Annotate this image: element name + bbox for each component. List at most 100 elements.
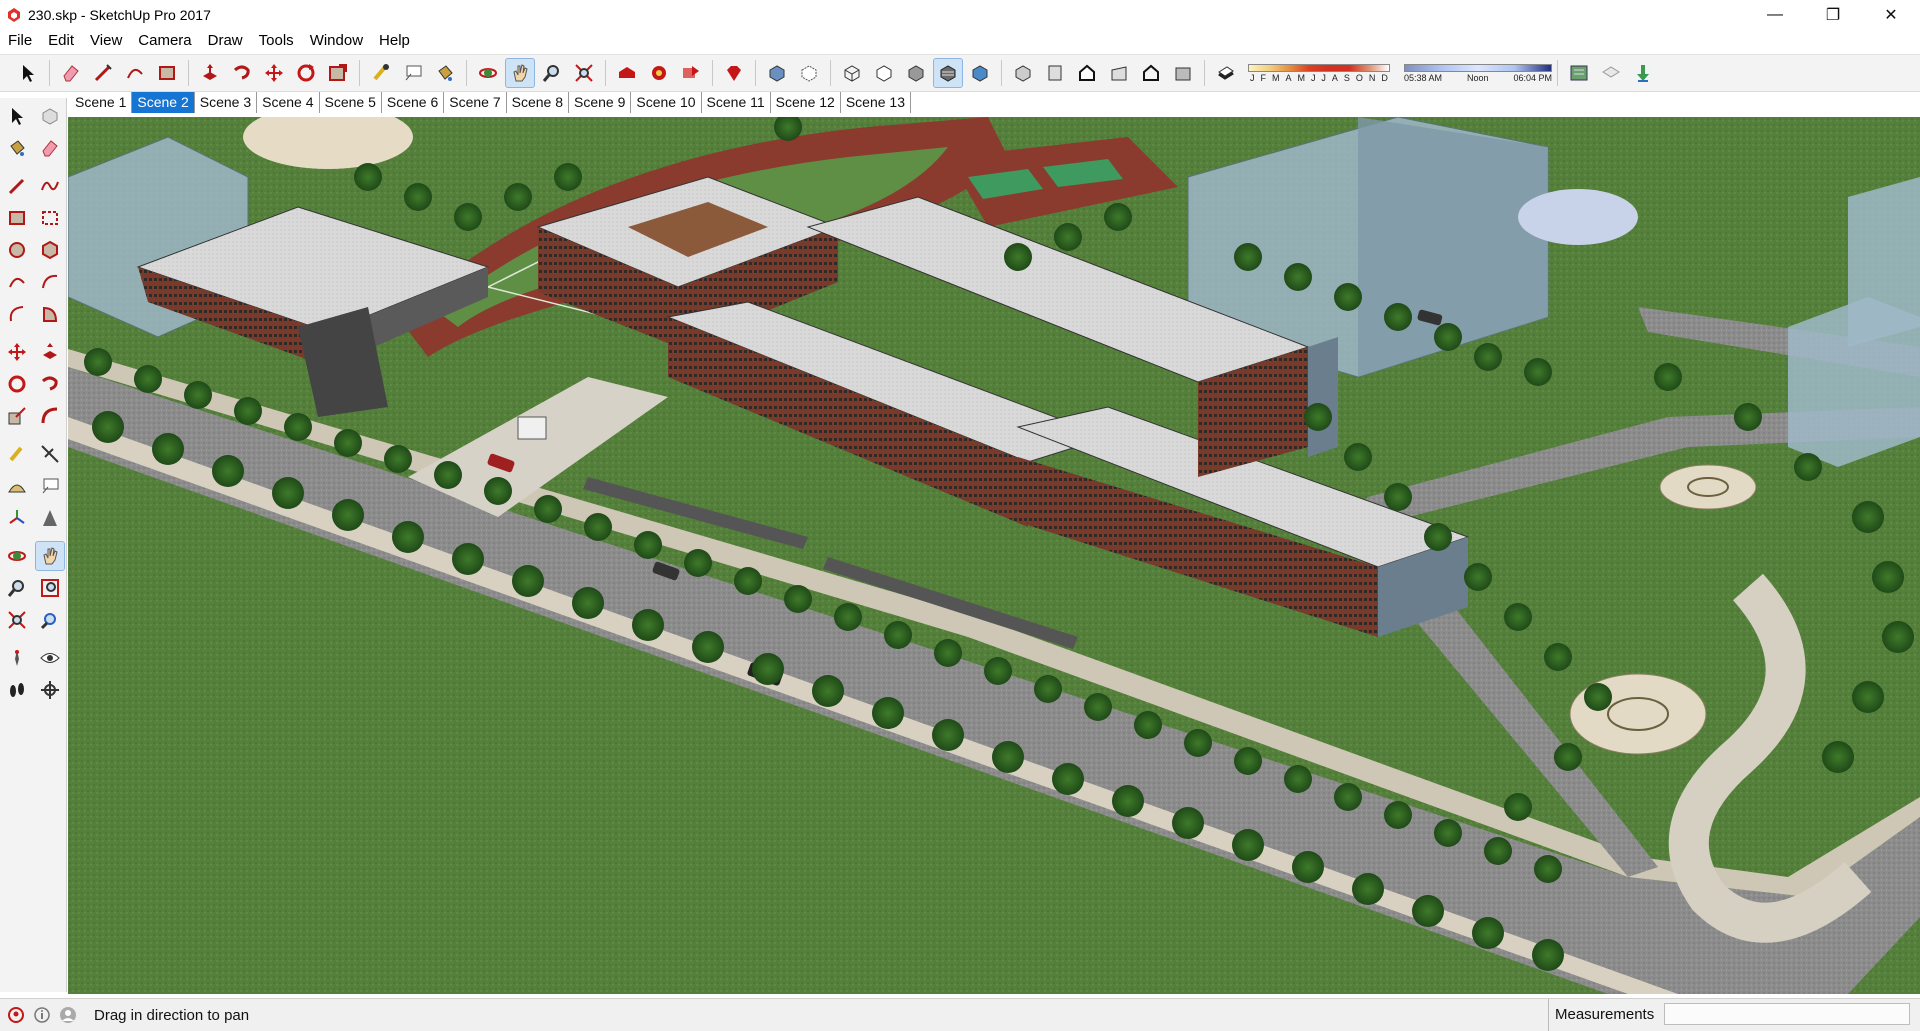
push-pull-tool-button[interactable] (196, 59, 224, 87)
freehand-tool-button[interactable] (36, 172, 64, 200)
tab-scene-9[interactable]: Scene 9 (569, 92, 632, 113)
follow-me-tool-button[interactable] (228, 59, 256, 87)
menu-window[interactable]: Window (302, 30, 371, 52)
paint-bucket-tool-button[interactable] (3, 134, 31, 162)
credits-status-button[interactable] (32, 1005, 52, 1025)
line-tool-button[interactable] (89, 59, 117, 87)
shaded-button[interactable] (902, 59, 930, 87)
text-tool-button[interactable] (36, 472, 64, 500)
rectangle-tool-button[interactable] (153, 59, 181, 87)
orbit-tool-button[interactable] (3, 542, 31, 570)
line-tool-button[interactable] (3, 172, 31, 200)
dimension-tool-button[interactable] (36, 440, 64, 468)
offset-tool-button[interactable] (36, 402, 64, 430)
section-plane-tool-button[interactable] (36, 676, 64, 704)
menu-draw[interactable]: Draw (200, 30, 251, 52)
menu-tools[interactable]: Tools (251, 30, 302, 52)
share-model-button[interactable] (677, 59, 705, 87)
move-tool-button[interactable] (260, 59, 288, 87)
top-view-button[interactable] (1041, 59, 1069, 87)
menu-help[interactable]: Help (371, 30, 418, 52)
geo-location-status-button[interactable] (6, 1005, 26, 1025)
monochrome-button[interactable] (966, 59, 994, 87)
front-view-button[interactable] (1073, 59, 1101, 87)
minimize-button[interactable]: — (1746, 0, 1804, 30)
3d-text-tool-button[interactable] (36, 504, 64, 532)
back-view-button[interactable] (1137, 59, 1165, 87)
tab-scene-2[interactable]: Scene 2 (132, 92, 195, 113)
make-component-button[interactable] (36, 102, 64, 130)
geo-location-button[interactable] (1565, 59, 1593, 87)
wireframe-button[interactable] (838, 59, 866, 87)
pie-tool-button[interactable] (36, 300, 64, 328)
warehouse-button[interactable] (613, 59, 641, 87)
measurements-input[interactable] (1664, 1003, 1910, 1025)
right-view-button[interactable] (1105, 59, 1133, 87)
zoom-extents-tool-button[interactable] (570, 59, 598, 87)
pan-tool-button[interactable] (505, 58, 535, 88)
tape-measure-tool-button[interactable] (3, 440, 31, 468)
eraser-tool-button[interactable] (57, 59, 85, 87)
sandbox-button[interactable] (1629, 59, 1657, 87)
arc-tool-button[interactable] (121, 59, 149, 87)
account-status-button[interactable] (58, 1005, 78, 1025)
xray-button[interactable] (763, 59, 791, 87)
rotated-rectangle-tool-button[interactable] (36, 204, 64, 232)
offset-tool-button[interactable] (324, 59, 352, 87)
rectangle-tool-button[interactable] (3, 204, 31, 232)
arc-tool-button[interactable] (3, 268, 31, 296)
previous-view-button[interactable] (36, 606, 64, 634)
zoom-extents-tool-button[interactable] (3, 606, 31, 634)
pan-tool-button[interactable] (34, 541, 65, 571)
iso-view-button[interactable] (1009, 59, 1037, 87)
push-pull-tool-button[interactable] (36, 338, 64, 366)
tab-scene-4[interactable]: Scene 4 (257, 92, 320, 113)
tab-scene-6[interactable]: Scene 6 (382, 92, 445, 113)
month-slider-track[interactable] (1248, 63, 1390, 72)
shadow-month-slider[interactable]: J F M A M J J A S O N D (1248, 63, 1390, 83)
maximize-button[interactable]: ❐ (1804, 0, 1862, 30)
rotate-tool-button[interactable] (3, 370, 31, 398)
menu-view[interactable]: View (82, 30, 130, 52)
rotate-tool-button[interactable] (292, 59, 320, 87)
walk-tool-button[interactable] (3, 676, 31, 704)
tape-measure-tool-button[interactable] (367, 59, 395, 87)
close-button[interactable]: ✕ (1862, 0, 1920, 30)
circle-tool-button[interactable] (3, 236, 31, 264)
tab-scene-3[interactable]: Scene 3 (195, 92, 258, 113)
tab-scene-1[interactable]: Scene 1 (70, 92, 133, 113)
model-viewport[interactable] (68, 117, 1920, 994)
protractor-tool-button[interactable] (3, 472, 31, 500)
follow-me-tool-button[interactable] (36, 370, 64, 398)
zoom-window-tool-button[interactable] (36, 574, 64, 602)
tab-scene-8[interactable]: Scene 8 (507, 92, 569, 113)
time-slider-track[interactable] (1404, 63, 1552, 72)
three-point-arc-tool-button[interactable] (3, 300, 31, 328)
select-tool-button[interactable] (3, 102, 31, 130)
polygon-tool-button[interactable] (36, 236, 64, 264)
text-tool-button[interactable] (399, 59, 427, 87)
menu-edit[interactable]: Edit (40, 30, 82, 52)
paint-bucket-tool-button[interactable] (431, 59, 459, 87)
tab-scene-13[interactable]: Scene 13 (841, 92, 912, 113)
fog-button[interactable] (1597, 59, 1625, 87)
zoom-tool-button[interactable] (3, 574, 31, 602)
left-view-button[interactable] (1169, 59, 1197, 87)
tab-scene-5[interactable]: Scene 5 (320, 92, 382, 113)
zoom-tool-button[interactable] (538, 59, 566, 87)
select-tool-button[interactable] (14, 59, 42, 87)
tab-scene-10[interactable]: Scene 10 (631, 92, 702, 113)
shadow-time-slider[interactable]: 05:38 AM Noon 06:04 PM (1404, 63, 1552, 83)
extension-warehouse-button[interactable] (645, 59, 673, 87)
menu-camera[interactable]: Camera (130, 30, 199, 52)
tab-scene-7[interactable]: Scene 7 (444, 92, 507, 113)
tab-scene-11[interactable]: Scene 11 (702, 92, 771, 113)
two-point-arc-tool-button[interactable] (36, 268, 64, 296)
hidden-line-button[interactable] (870, 59, 898, 87)
menu-file[interactable]: File (0, 30, 40, 52)
shaded-textures-button[interactable] (933, 58, 963, 88)
eraser-tool-button[interactable] (36, 134, 64, 162)
orbit-tool-button[interactable] (474, 59, 502, 87)
shadows-toggle-button[interactable] (1212, 59, 1240, 87)
look-around-tool-button[interactable] (36, 644, 64, 672)
